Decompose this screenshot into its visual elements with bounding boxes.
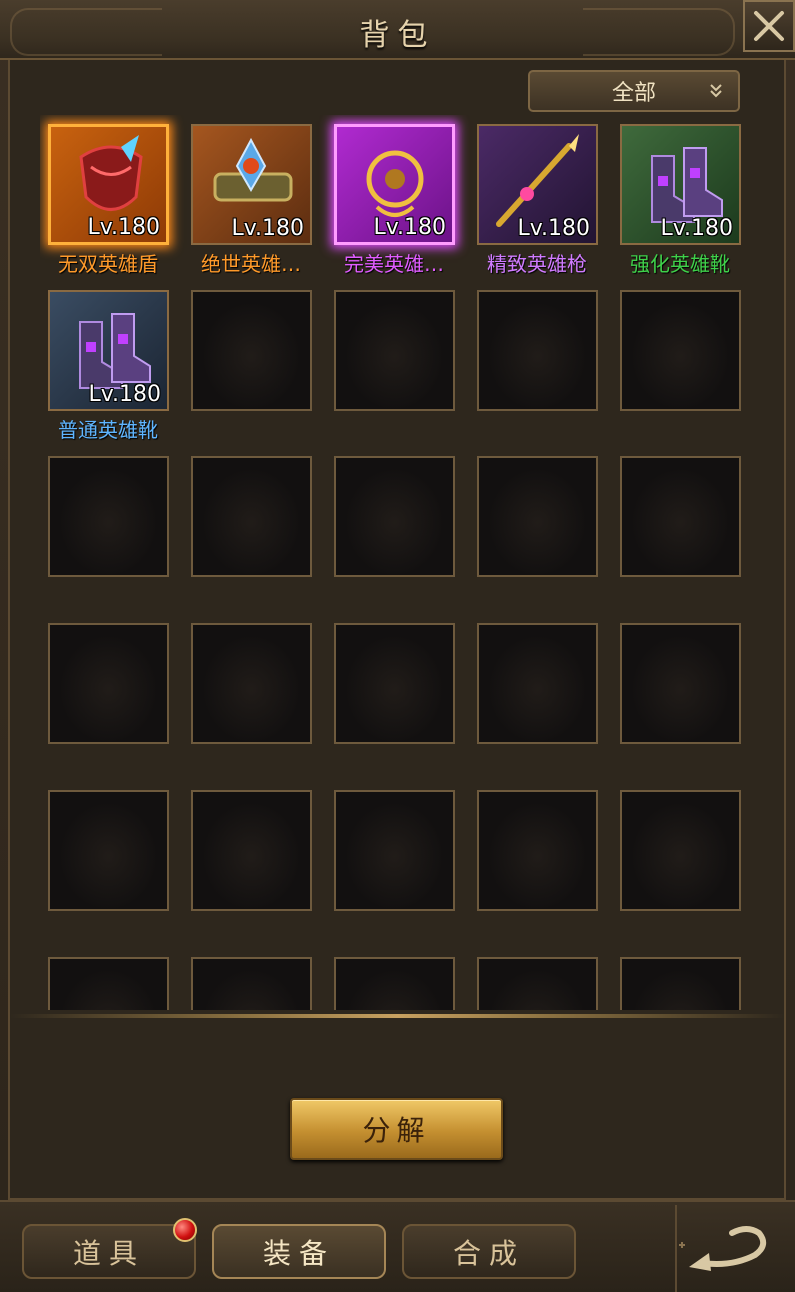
inventory-slot-empty[interactable] [477,623,598,744]
item-name-label: 无双英雄盾 [58,252,158,276]
filter-selected-label: 全部 [611,81,656,106]
inventory-slot-empty[interactable] [477,957,598,1010]
item-name-label: 强化英雄靴 [630,252,730,276]
item-level-label: Lv.180 [517,216,590,241]
inventory-slot-empty[interactable] [334,456,455,577]
inventory-slot-empty[interactable] [191,957,312,1010]
inventory-slot-empty[interactable] [334,790,455,911]
item-level-label: Lv.180 [660,216,733,241]
inventory-slot-item[interactable]: Lv.180 [48,290,169,411]
title-bar: 背包 [0,0,795,60]
inventory-slot-empty[interactable] [334,957,455,1010]
inventory-window: 背包 全部 Lv.180 无双英雄盾 Lv.180 绝世英雄… Lv.180 完美英雄… L… [0,0,795,1292]
inventory-slot-empty[interactable] [477,790,598,911]
item-name-label: 绝世英雄… [201,252,301,276]
inventory-slot-empty[interactable] [477,456,598,577]
tab-synthesis[interactable]: 合成 [402,1224,576,1279]
inventory-slot-item[interactable]: Lv.180 [620,124,741,245]
item-name-label: 精致英雄枪 [487,252,587,276]
inventory-slot-empty[interactable] [48,623,169,744]
decompose-button[interactable]: 分解 [290,1098,503,1160]
tab-items[interactable]: 道具 [22,1224,196,1279]
item-level-label: Lv.180 [88,382,161,407]
item-name-label: 普通英雄靴 [58,418,158,442]
inventory-slot-empty[interactable] [191,456,312,577]
return-button[interactable] [675,1205,795,1292]
inventory-slot-empty[interactable] [477,290,598,411]
inventory-slot-item[interactable]: Lv.180 [191,124,312,245]
close-button[interactable] [743,0,795,52]
inventory-slot-empty[interactable] [334,623,455,744]
return-arrow-icon [679,1226,767,1271]
inventory-slot-empty[interactable] [620,456,741,577]
inventory-slot-item[interactable]: Lv.180 [477,124,598,245]
item-level-label: Lv.180 [87,215,160,240]
window-title: 背包 [359,18,436,53]
inventory-slot-empty[interactable] [620,790,741,911]
inventory-slot-item[interactable]: Lv.180 [48,124,169,245]
notification-badge [173,1218,197,1242]
item-grid[interactable]: Lv.180 无双英雄盾 Lv.180 绝世英雄… Lv.180 完美英雄… Lv.180 精… [40,115,755,1010]
divider [10,1014,785,1018]
inventory-slot-empty[interactable] [334,290,455,411]
item-name-label: 完美英雄… [344,252,444,276]
inventory-slot-empty[interactable] [191,790,312,911]
inventory-slot-item[interactable]: Lv.180 [334,124,455,245]
inventory-slot-empty[interactable] [48,957,169,1010]
inventory-slot-empty[interactable] [620,623,741,744]
inventory-slot-empty[interactable] [191,290,312,411]
inventory-slot-empty[interactable] [48,456,169,577]
close-icon [754,11,784,41]
inventory-slot-empty[interactable] [48,790,169,911]
inventory-slot-empty[interactable] [620,957,741,1010]
tab-equipment[interactable]: 装备 [212,1224,386,1279]
inventory-slot-empty[interactable] [620,290,741,411]
item-level-label: Lv.180 [231,216,304,241]
item-level-label: Lv.180 [373,215,446,240]
chevron-down-icon [710,84,722,98]
inventory-slot-empty[interactable] [191,623,312,744]
filter-dropdown[interactable]: 全部 [528,70,740,112]
